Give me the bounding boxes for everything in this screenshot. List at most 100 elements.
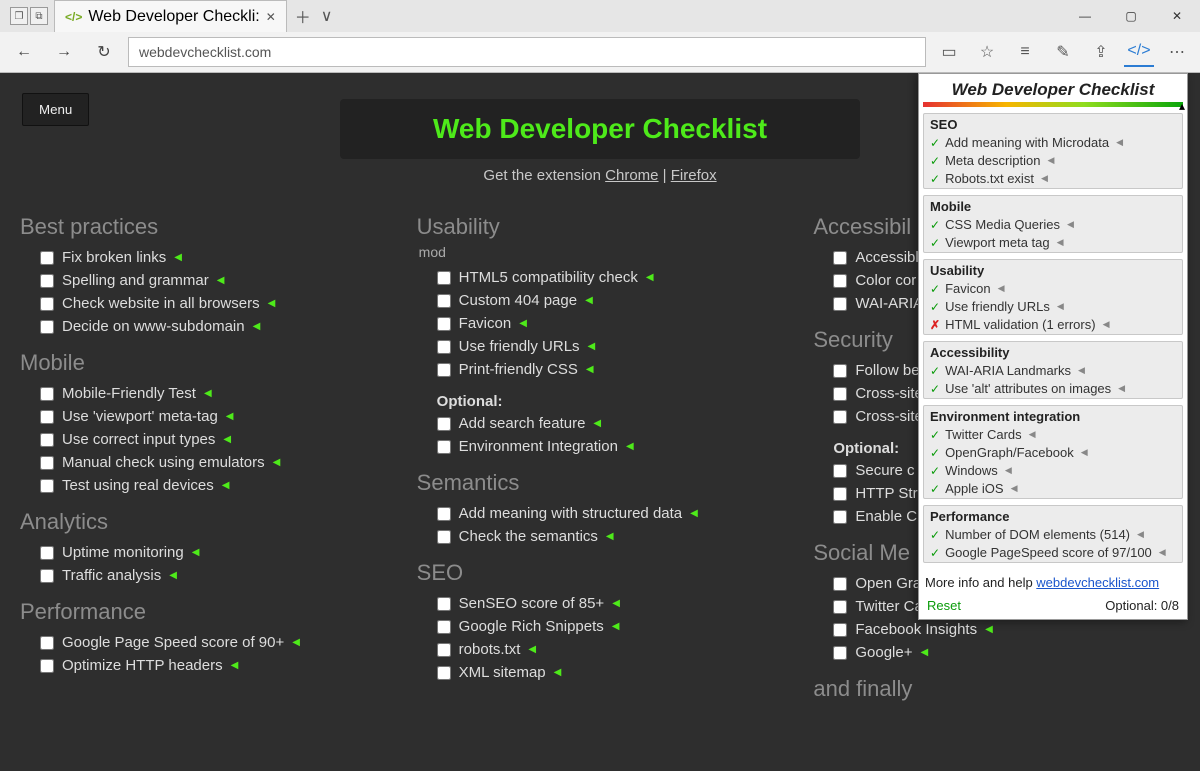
item-checkbox[interactable] [437, 597, 451, 611]
item-checkbox[interactable] [437, 507, 451, 521]
ext-footer-link[interactable]: webdevchecklist.com [1036, 575, 1159, 590]
item-checkbox[interactable] [40, 251, 54, 265]
menu-button[interactable]: Menu [22, 93, 89, 126]
arrow-icon[interactable]: ◀ [169, 570, 177, 581]
item-checkbox[interactable] [437, 271, 451, 285]
item-checkbox[interactable] [40, 636, 54, 650]
item-checkbox[interactable] [833, 487, 847, 501]
ext-item[interactable]: ✗HTML validation (1 errors)◀ [924, 316, 1182, 334]
expand-icon[interactable]: ◀ [1159, 547, 1166, 558]
arrow-icon[interactable]: ◀ [588, 341, 596, 352]
arrow-icon[interactable]: ◀ [920, 647, 928, 658]
ext-item[interactable]: ✓Viewport meta tag◀ [924, 234, 1182, 252]
expand-icon[interactable]: ◀ [1029, 429, 1036, 440]
item-checkbox[interactable] [40, 659, 54, 673]
arrow-icon[interactable]: ◀ [519, 318, 527, 329]
favorite-icon[interactable]: ☆ [972, 37, 1002, 67]
arrow-icon[interactable]: ◀ [528, 644, 536, 655]
arrow-icon[interactable]: ◀ [231, 660, 239, 671]
item-checkbox[interactable] [437, 643, 451, 657]
arrow-icon[interactable]: ◀ [626, 441, 634, 452]
reading-list-icon[interactable]: ≡ [1010, 37, 1040, 67]
arrow-icon[interactable]: ◀ [593, 418, 601, 429]
new-tab-icon[interactable]: ＋ [295, 4, 311, 28]
item-checkbox[interactable] [40, 297, 54, 311]
close-tab-icon[interactable]: ✕ [266, 10, 276, 24]
arrow-icon[interactable]: ◀ [612, 621, 620, 632]
arrow-icon[interactable]: ◀ [985, 624, 993, 635]
item-checkbox[interactable] [437, 440, 451, 454]
expand-icon[interactable]: ◀ [1057, 237, 1064, 248]
browser-tab[interactable]: </> Web Developer Checkli: ✕ [54, 0, 287, 32]
arrow-icon[interactable]: ◀ [646, 272, 654, 283]
item-checkbox[interactable] [40, 479, 54, 493]
firefox-link[interactable]: Firefox [671, 167, 717, 184]
item-checkbox[interactable] [833, 364, 847, 378]
ext-item[interactable]: ✓Number of DOM elements (514)◀ [924, 526, 1182, 544]
item-checkbox[interactable] [437, 620, 451, 634]
ext-item[interactable]: ✓Favicon◀ [924, 280, 1182, 298]
item-checkbox[interactable] [833, 510, 847, 524]
close-window-icon[interactable]: ✕ [1154, 0, 1200, 32]
arrow-icon[interactable]: ◀ [273, 457, 281, 468]
expand-icon[interactable]: ◀ [1005, 465, 1012, 476]
item-checkbox[interactable] [833, 274, 847, 288]
back-icon[interactable]: ← [8, 36, 40, 68]
item-checkbox[interactable] [437, 294, 451, 308]
reading-view-icon[interactable]: ▭ [934, 37, 964, 67]
sys-btn-2[interactable]: ⧉ [30, 7, 48, 25]
expand-icon[interactable]: ◀ [1011, 483, 1018, 494]
ext-item[interactable]: ✓Twitter Cards◀ [924, 426, 1182, 444]
ext-item[interactable]: ✓Robots.txt exist◀ [924, 170, 1182, 188]
ext-item[interactable]: ✓Windows◀ [924, 462, 1182, 480]
expand-icon[interactable]: ◀ [1118, 383, 1125, 394]
item-checkbox[interactable] [437, 666, 451, 680]
arrow-icon[interactable]: ◀ [192, 547, 200, 558]
refresh-icon[interactable]: ↻ [88, 36, 120, 68]
item-checkbox[interactable] [833, 600, 847, 614]
item-checkbox[interactable] [833, 623, 847, 637]
expand-icon[interactable]: ◀ [998, 283, 1005, 294]
expand-icon[interactable]: ◀ [1078, 365, 1085, 376]
item-checkbox[interactable] [833, 577, 847, 591]
arrow-icon[interactable]: ◀ [690, 508, 698, 519]
sys-btn-1[interactable]: ❐ [10, 7, 28, 25]
reset-button[interactable]: Reset [927, 598, 961, 613]
arrow-icon[interactable]: ◀ [585, 295, 593, 306]
item-checkbox[interactable] [437, 363, 451, 377]
item-checkbox[interactable] [40, 546, 54, 560]
arrow-icon[interactable]: ◀ [222, 480, 230, 491]
ext-item[interactable]: ✓Apple iOS◀ [924, 480, 1182, 498]
item-checkbox[interactable] [833, 646, 847, 660]
item-checkbox[interactable] [40, 433, 54, 447]
expand-icon[interactable]: ◀ [1041, 173, 1048, 184]
maximize-icon[interactable]: ▢ [1108, 0, 1154, 32]
item-checkbox[interactable] [437, 340, 451, 354]
expand-icon[interactable]: ◀ [1067, 219, 1074, 230]
item-checkbox[interactable] [833, 464, 847, 478]
ext-item[interactable]: ✓CSS Media Queries◀ [924, 216, 1182, 234]
ext-item[interactable]: ✓OpenGraph/Facebook◀ [924, 444, 1182, 462]
tabs-chevron-icon[interactable]: ∨ [321, 6, 333, 26]
expand-icon[interactable]: ◀ [1047, 155, 1054, 166]
ext-item[interactable]: ✓Meta description◀ [924, 152, 1182, 170]
item-checkbox[interactable] [40, 274, 54, 288]
notes-icon[interactable]: ✎ [1048, 37, 1078, 67]
arrow-icon[interactable]: ◀ [253, 321, 261, 332]
arrow-icon[interactable]: ◀ [292, 637, 300, 648]
expand-icon[interactable]: ◀ [1137, 529, 1144, 540]
arrow-icon[interactable]: ◀ [217, 275, 225, 286]
arrow-icon[interactable]: ◀ [554, 667, 562, 678]
extension-icon[interactable]: </> [1124, 37, 1154, 67]
minimize-icon[interactable]: — [1062, 0, 1108, 32]
arrow-icon[interactable]: ◀ [606, 531, 614, 542]
ext-item[interactable]: ✓Use friendly URLs◀ [924, 298, 1182, 316]
item-checkbox[interactable] [40, 410, 54, 424]
item-checkbox[interactable] [437, 530, 451, 544]
item-checkbox[interactable] [833, 297, 847, 311]
url-input[interactable]: webdevchecklist.com [128, 37, 926, 67]
arrow-icon[interactable]: ◀ [174, 252, 182, 263]
item-checkbox[interactable] [833, 410, 847, 424]
item-checkbox[interactable] [40, 387, 54, 401]
item-checkbox[interactable] [437, 417, 451, 431]
